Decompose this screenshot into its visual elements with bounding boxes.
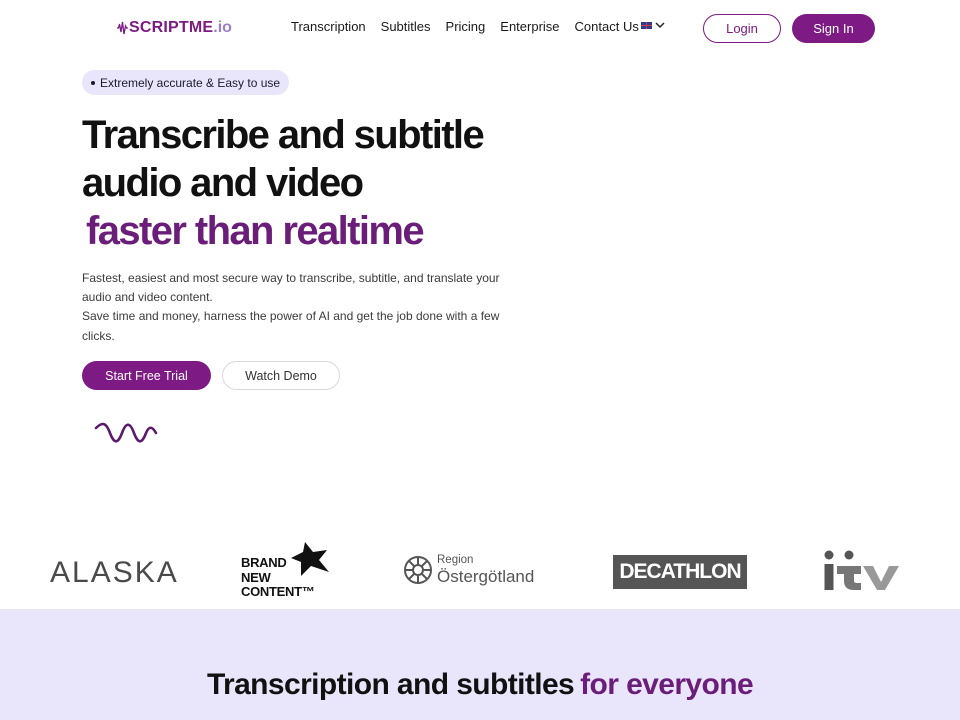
language-selector[interactable] bbox=[641, 21, 665, 29]
uk-flag-icon bbox=[641, 21, 652, 29]
hero-description-line2: Save time and money, harness the power o… bbox=[82, 309, 500, 343]
scriptme-logo[interactable]: SCRIPTME .io bbox=[116, 17, 232, 39]
hero-title-line2: audio and video bbox=[82, 161, 364, 205]
bullet-icon bbox=[91, 80, 95, 85]
sound-wave-icon bbox=[94, 422, 158, 443]
customer-logos: ALASKA BRAND NEW CONTENT™ Region Östergö… bbox=[0, 538, 960, 608]
nav-pricing[interactable]: Pricing bbox=[446, 19, 486, 37]
region-ostergotland-logo: Region Östergötland bbox=[402, 554, 534, 586]
nav-subtitles[interactable]: Subtitles bbox=[381, 19, 431, 37]
nav-transcription[interactable]: Transcription bbox=[291, 19, 366, 37]
region-text: Region Östergötland bbox=[437, 554, 534, 586]
nav-contact-us[interactable]: Contact Us bbox=[575, 19, 639, 37]
itv-logo bbox=[824, 550, 899, 590]
watch-demo-button[interactable]: Watch Demo bbox=[222, 361, 340, 390]
bnc-line3: CONTENT™ bbox=[241, 584, 315, 599]
section-title-main: Transcription and subtitles bbox=[206, 668, 575, 701]
hero-description: Fastest, easiest and most secure way to … bbox=[82, 269, 502, 346]
bnc-line2: NEW bbox=[241, 569, 271, 585]
waveform-icon bbox=[117, 21, 128, 35]
start-free-trial-button[interactable]: Start Free Trial bbox=[82, 361, 211, 390]
main-nav: Transcription Subtitles Pricing Enterpri… bbox=[291, 19, 654, 37]
hero-title: Transcribe and subtitle audio and video … bbox=[82, 111, 542, 255]
brand-new-content-text: BRAND NEW CONTENT™ bbox=[241, 555, 315, 600]
signin-button[interactable]: Sign In bbox=[792, 14, 875, 43]
everyone-section: Transcription and subtitles for everyone bbox=[0, 609, 960, 720]
logo-suffix: .io bbox=[213, 19, 232, 36]
hero-title-accent: faster than realtime bbox=[86, 209, 425, 253]
hero-description-line1: Fastest, easiest and most secure way to … bbox=[82, 271, 500, 305]
feature-badge: Extremely accurate & Easy to use bbox=[82, 70, 290, 95]
region-name: Östergötland bbox=[437, 567, 535, 586]
brand-new-content-logo: BRAND NEW CONTENT™ bbox=[241, 542, 337, 604]
login-button[interactable]: Login bbox=[703, 14, 781, 43]
region-emblem-icon bbox=[404, 556, 432, 584]
region-label: Region bbox=[437, 554, 474, 566]
section-title: Transcription and subtitles for everyone bbox=[0, 668, 960, 702]
chevron-down-icon bbox=[655, 22, 665, 29]
nav-enterprise[interactable]: Enterprise bbox=[500, 19, 559, 37]
logo-wordmark: SCRIPTME bbox=[129, 19, 214, 36]
badge-text: Extremely accurate & Easy to use bbox=[100, 75, 281, 90]
decathlon-logo: DECATHLON bbox=[613, 555, 747, 589]
bnc-line1: BRAND bbox=[241, 555, 287, 570]
site-header: SCRIPTME .io Transcription Subtitles Pric… bbox=[0, 0, 960, 56]
section-title-accent: for everyone bbox=[580, 668, 754, 701]
alaska-logo: ALASKA bbox=[50, 556, 179, 589]
hero-title-line1: Transcribe and subtitle bbox=[82, 113, 485, 157]
